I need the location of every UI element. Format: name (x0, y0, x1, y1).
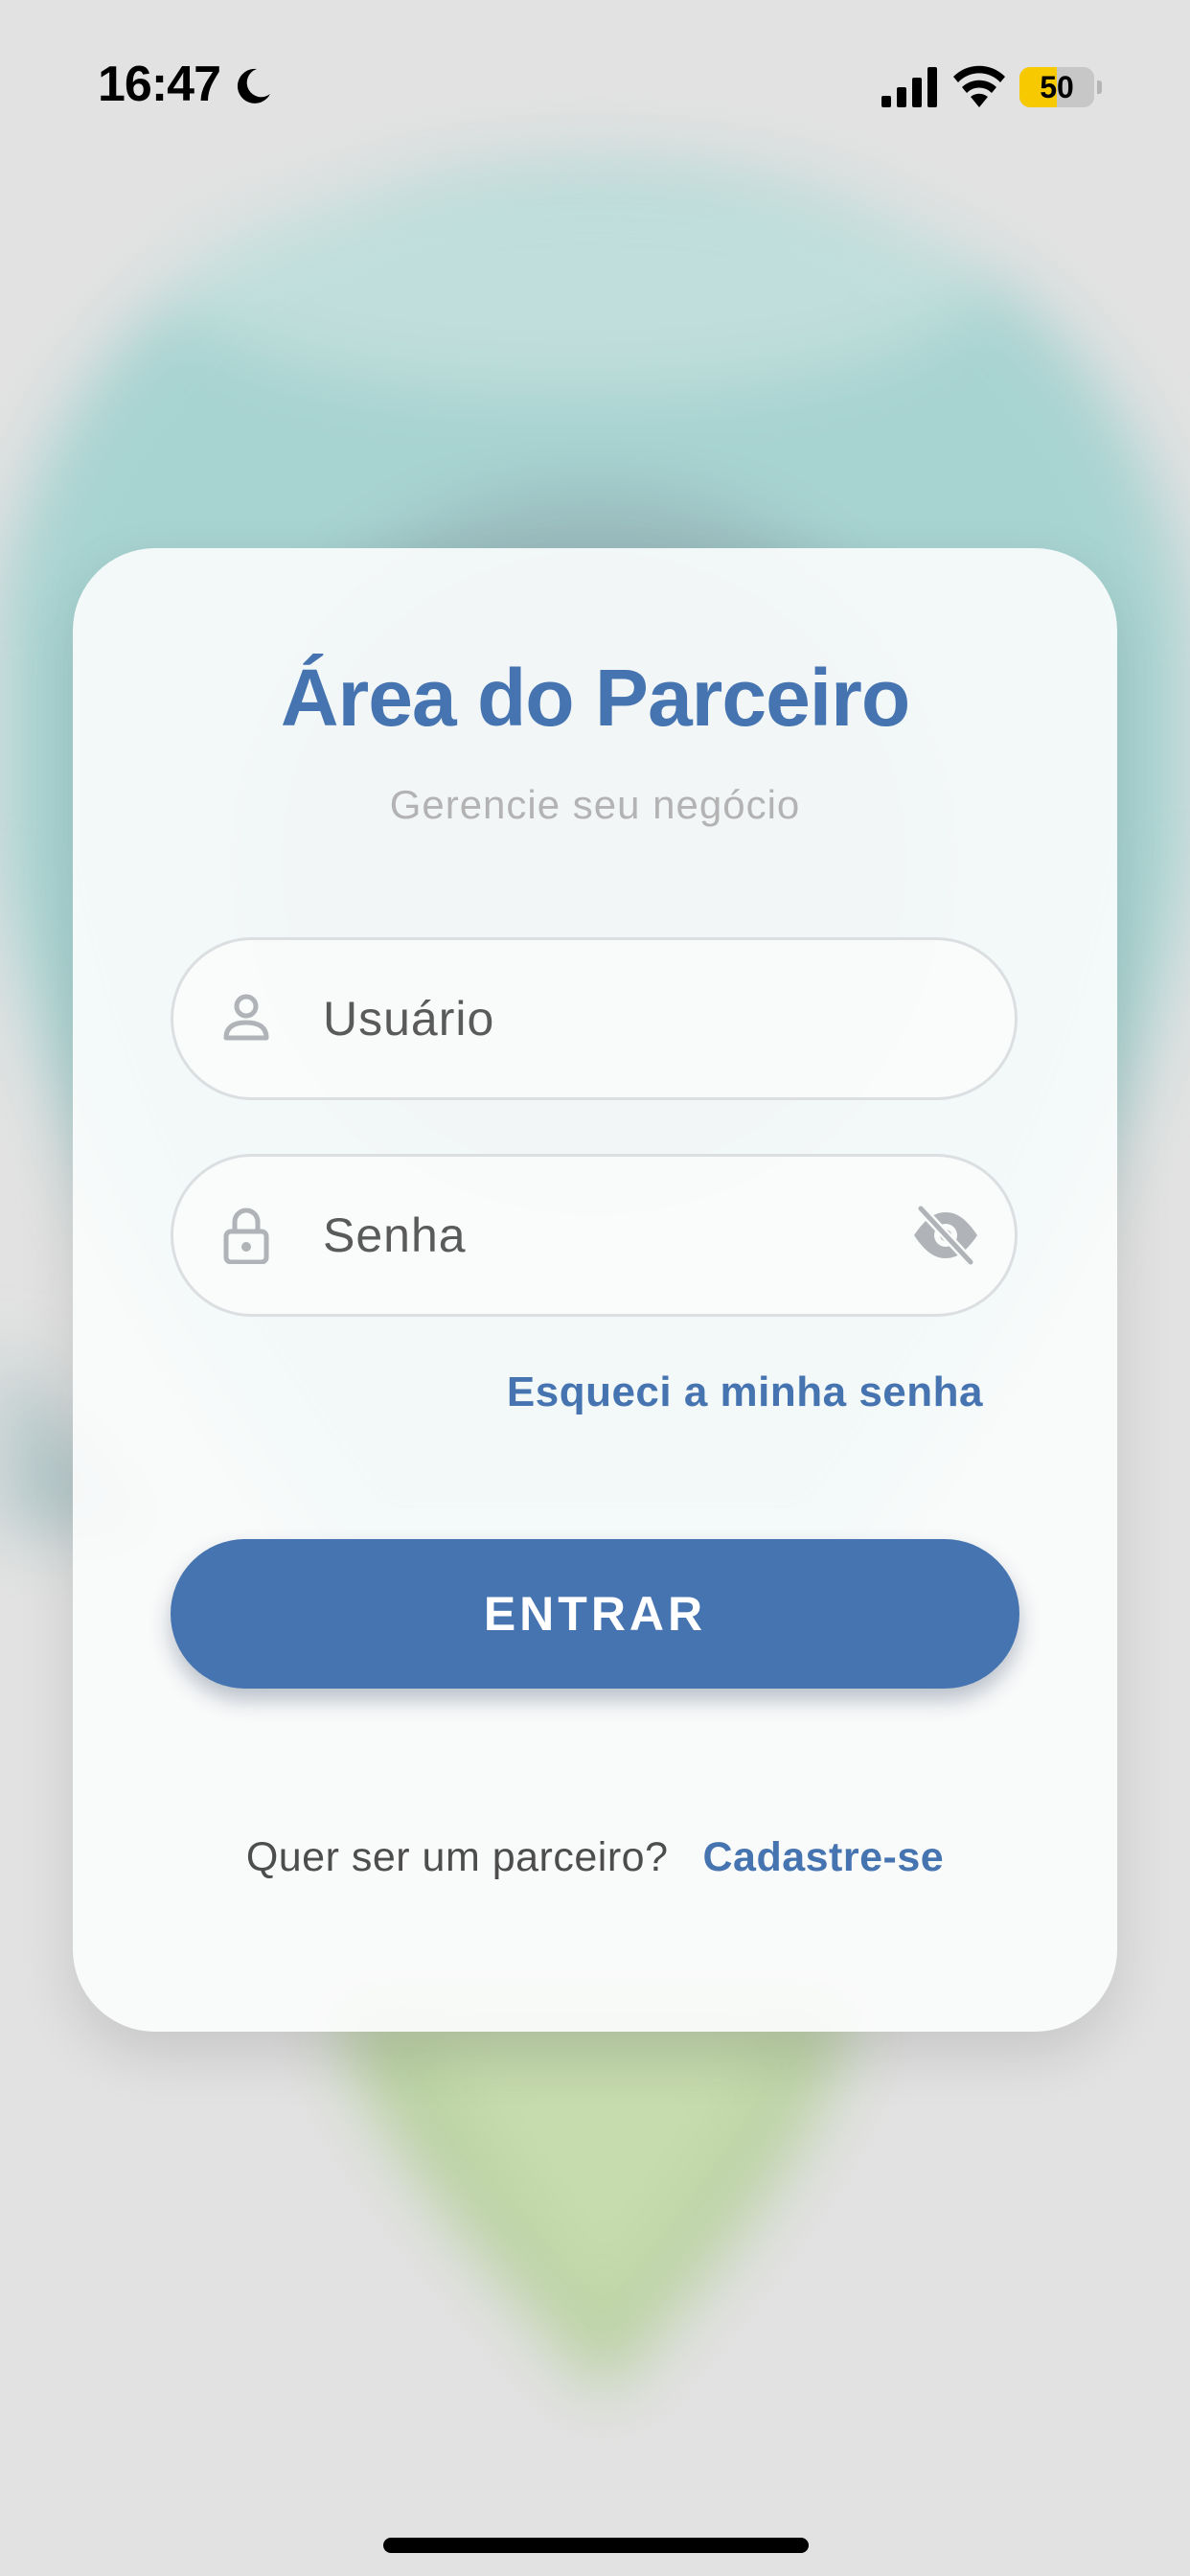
password-input[interactable] (323, 1157, 898, 1314)
page-title: Área do Parceiro (280, 653, 910, 743)
eye-slash-icon[interactable] (911, 1205, 980, 1266)
battery-body: 50 (1019, 67, 1094, 107)
signup-prompt: Quer ser um parceiro? (245, 1834, 669, 1880)
username-input[interactable] (323, 940, 898, 1097)
forgot-password-link[interactable]: Esqueci a minha senha (507, 1368, 983, 1416)
battery-icon: 50 (1019, 67, 1102, 107)
password-field[interactable] (171, 1154, 1018, 1317)
status-bar: 16:47 50 (0, 0, 1190, 182)
battery-cap (1097, 80, 1102, 94)
status-time: 16:47 (98, 57, 221, 112)
login-card: Área do Parceiro Gerencie seu negócio Es… (73, 548, 1117, 2032)
home-indicator[interactable] (383, 2538, 809, 2553)
username-field[interactable] (171, 937, 1018, 1100)
moon-icon (237, 68, 270, 104)
user-icon (223, 994, 269, 1041)
wifi-icon (953, 65, 1005, 107)
enter-button[interactable]: ENTRAR (171, 1539, 1019, 1689)
signal-icon (881, 67, 937, 107)
lock-icon (223, 1208, 269, 1264)
battery-level: 50 (1040, 70, 1074, 104)
signup-link[interactable]: Cadastre-se (702, 1834, 944, 1880)
signup-row: Quer ser um parceiro? Cadastre-se (73, 1834, 1117, 1881)
page-subtitle: Gerencie seu negócio (389, 782, 801, 827)
